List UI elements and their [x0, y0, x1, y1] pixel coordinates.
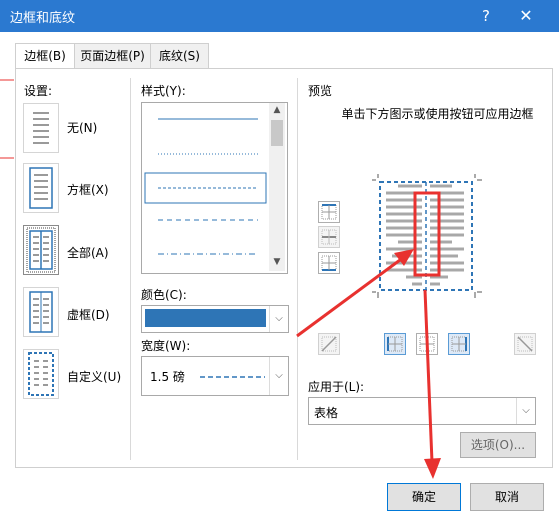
inside-horizontal-border-icon: [321, 229, 337, 245]
close-button[interactable]: ✕: [514, 4, 538, 28]
setting-grid-label: 虚框(D): [67, 308, 110, 322]
window-title: 边框和底纹: [10, 11, 76, 26]
apply-to-value: 表格: [314, 406, 339, 420]
tab-shading[interactable]: 底纹(S): [150, 43, 209, 70]
divider: [130, 78, 131, 460]
diagonal-up-border-button[interactable]: [318, 333, 340, 355]
cancel-button[interactable]: 取消: [470, 483, 544, 511]
setting-box-label: 方框(X): [67, 183, 109, 197]
options-button[interactable]: 选项(O)...: [460, 432, 536, 458]
inside-vertical-border-icon: [419, 336, 435, 352]
box-icon: [29, 167, 53, 209]
apply-to-label: 应用于(L):: [308, 380, 365, 394]
scroll-down-icon[interactable]: ▼: [271, 257, 283, 269]
scroll-up-icon[interactable]: ▲: [271, 105, 283, 117]
setting-custom-button[interactable]: [23, 349, 59, 399]
color-dropdown[interactable]: ⌵: [141, 305, 289, 333]
diagonal-up-border-icon: [321, 336, 337, 352]
setting-none-label: 无(N): [67, 121, 98, 135]
all-icon: [26, 227, 56, 273]
right-border-icon: [451, 336, 467, 352]
setting-none-button[interactable]: [23, 103, 59, 153]
left-border-button[interactable]: [384, 333, 406, 355]
chevron-down-icon: ⌵: [269, 306, 288, 332]
grid-icon: [29, 291, 53, 333]
preview-diagram[interactable]: [372, 174, 482, 298]
setting-grid-button[interactable]: [23, 287, 59, 337]
bottom-border-button[interactable]: [318, 252, 340, 274]
settings-label: 设置:: [24, 84, 53, 98]
right-border-button[interactable]: [448, 333, 470, 355]
top-border-icon: [321, 204, 337, 220]
width-line-sample: [200, 376, 265, 378]
setting-custom-label: 自定义(U): [67, 370, 122, 384]
custom-icon: [28, 352, 54, 396]
line-style-list[interactable]: [141, 102, 288, 274]
none-icon: [33, 112, 49, 144]
help-button[interactable]: ?: [474, 4, 498, 28]
width-dropdown[interactable]: 1.5 磅 ⌵: [141, 356, 289, 396]
divider: [297, 78, 298, 460]
color-swatch: [145, 309, 266, 327]
style-label: 样式(Y):: [141, 84, 186, 98]
chevron-down-icon: ⌵: [269, 357, 288, 395]
setting-all-button[interactable]: [23, 225, 59, 275]
top-border-button[interactable]: [318, 201, 340, 223]
bottom-border-icon: [321, 255, 337, 271]
chevron-down-icon: ⌵: [516, 398, 535, 424]
setting-all-label: 全部(A): [67, 246, 109, 260]
line-style-options: [144, 118, 267, 255]
diagonal-down-border-icon: [517, 336, 533, 352]
scroll-thumb[interactable]: [271, 120, 283, 146]
apply-to-dropdown[interactable]: 表格 ⌵: [308, 397, 536, 425]
tab-borders[interactable]: 边框(B): [15, 43, 75, 71]
width-value: 1.5 磅: [150, 370, 185, 384]
preview-label: 预览: [308, 84, 333, 98]
setting-box-button[interactable]: [23, 163, 59, 213]
tab-page-border[interactable]: 页面边框(P): [74, 43, 151, 70]
inside-vertical-border-button[interactable]: [416, 333, 438, 355]
width-label: 宽度(W):: [141, 339, 191, 353]
diagonal-down-border-button[interactable]: [514, 333, 536, 355]
ok-button[interactable]: 确定: [387, 483, 461, 511]
left-border-icon: [387, 336, 403, 352]
inside-horizontal-border-button[interactable]: [318, 226, 340, 248]
preview-hint: 单击下方图示或使用按钮可应用边框: [341, 107, 534, 121]
color-label: 颜色(C):: [141, 288, 187, 302]
